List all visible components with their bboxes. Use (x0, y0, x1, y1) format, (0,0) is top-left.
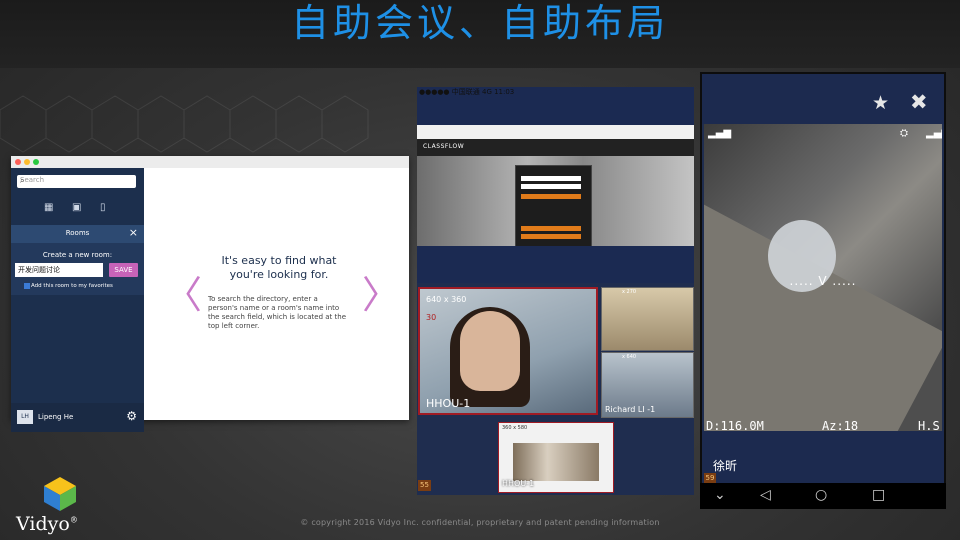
self-view-video[interactable]: 360 x 580 HHOU-1 (498, 422, 614, 493)
user-name: Lipeng He (38, 413, 74, 421)
back-icon[interactable]: ◁ (760, 487, 771, 503)
resolution-label: x 640 (622, 354, 637, 360)
resolution-label: x 270 (622, 289, 637, 295)
user-bar: LH Lipeng He ⚙ (11, 403, 144, 432)
video-conference-screen: ●●●●● 中国联通 4G 11:03 CLASSFLOW 640 x 360 … (417, 87, 694, 495)
distance-readout: D:116.0M (706, 419, 764, 431)
phone-device: ★ ✖ ▂▄▆ ⛭ ▂▄▆ ..... V ..... D:116.0M Az:… (700, 72, 946, 509)
classflow-header: CLASSFLOW (417, 139, 694, 156)
participant-name: Richard LI -1 (605, 405, 656, 414)
maximize-window-icon[interactable] (33, 159, 39, 165)
copyright-notice: © copyright 2016 Vidyo Inc. confidential… (300, 518, 660, 527)
reticle: ..... V ..... (789, 274, 857, 288)
signal-icon: ▂▄▆ (708, 128, 732, 139)
recents-icon[interactable]: □ (872, 487, 885, 503)
close-icon[interactable]: × (129, 226, 138, 239)
chevron-left-icon[interactable]: 〈 (164, 276, 202, 314)
vidyo-cube-icon (44, 477, 76, 511)
save-button[interactable]: SAVE (109, 263, 138, 277)
create-room-label: Create a new room: (42, 251, 113, 259)
vc-status-area: ●●●●● 中国联通 4G 11:03 (417, 87, 694, 125)
rooms-title: Rooms (65, 229, 90, 237)
sidebar: Search ⌕ ▦ ▣ ▯ Rooms × Create a new room… (11, 168, 144, 432)
classflow-logo: CLASSFLOW (423, 143, 465, 150)
resolution-label: 640 x 360 (426, 295, 467, 304)
gear-icon[interactable]: ⚙ (126, 409, 137, 423)
star-icon[interactable]: ★ (872, 92, 889, 114)
drone-video-feed[interactable]: ▂▄▆ ⛭ ▂▄▆ ..... V ..... D:116.0M Az:18 H… (704, 124, 942, 431)
fps-label: 30 (426, 313, 437, 322)
calendar-icon[interactable]: ▦ (44, 202, 53, 213)
drone-icon: ⛭ (900, 128, 908, 139)
phone-screen: ★ ✖ ▂▄▆ ⛭ ▂▄▆ ..... V ..... D:116.0M Az:… (702, 74, 944, 484)
call-header: ★ ✖ (702, 74, 944, 124)
browser-tabs (417, 125, 694, 140)
signal-icon: ▂▄▆ (926, 128, 942, 139)
caller-bar: 徐昕 (702, 431, 944, 483)
minimize-window-icon[interactable] (24, 159, 30, 165)
participant-counter: 55 (418, 480, 431, 491)
share-bottom-band (417, 246, 694, 283)
favorites-checkbox[interactable] (24, 283, 30, 289)
phone-status-bar: ●●●●● 中国联通 4G 11:03 (419, 88, 515, 96)
close-icon[interactable]: ✖ (910, 90, 928, 114)
onboarding-panel: 〈 It's easy to find what you're looking … (144, 168, 409, 420)
vidyo-desktop-window: Search ⌕ ▦ ▣ ▯ Rooms × Create a new room… (11, 156, 409, 432)
android-nav-bar: ⌄ ◁ ○ □ (700, 483, 946, 509)
dropdown-icon[interactable]: ⌄ (714, 487, 726, 503)
close-window-icon[interactable] (15, 159, 21, 165)
slide-title: 自助会议、自助布局 (290, 1, 669, 45)
login-form (515, 165, 592, 247)
rooms-icon[interactable]: ▯ (100, 202, 106, 213)
onboarding-headline: It's easy to find what you're looking fo… (221, 254, 337, 281)
rooms-header: Rooms × (11, 225, 144, 243)
content-share: CLASSFLOW (417, 125, 694, 283)
resolution-label: 360 x 580 (502, 425, 528, 431)
contacts-icon[interactable]: ▣ (72, 202, 81, 213)
participant-name: HHOU-1 (502, 479, 535, 488)
azimuth-readout: Az:18 (822, 419, 859, 431)
onboarding-description: To search the directory, enter a person'… (208, 295, 347, 330)
participant-video[interactable]: x 640 Richard LI -1 (601, 352, 694, 418)
participant-video[interactable]: x 270 (601, 287, 694, 351)
chevron-right-icon[interactable]: 〉 (362, 276, 400, 314)
create-room-panel: Create a new room: 开发问题讨论 SAVE Add this … (11, 243, 144, 295)
room-name-input[interactable]: 开发问题讨论 (15, 263, 103, 277)
main-participant-video[interactable]: 640 x 360 30 HHOU-1 (418, 287, 598, 415)
avatar[interactable]: LH (17, 410, 33, 424)
search-input[interactable]: Search ⌕ (17, 175, 136, 188)
search-icon[interactable]: ⌕ (20, 176, 133, 186)
favorites-label: Add this room to my favorites (31, 283, 113, 289)
participant-name: HHOU-1 (426, 397, 471, 410)
hs-readout: H.S:( (918, 419, 942, 431)
caller-name: 徐昕 (713, 459, 738, 473)
home-icon[interactable]: ○ (815, 487, 827, 503)
